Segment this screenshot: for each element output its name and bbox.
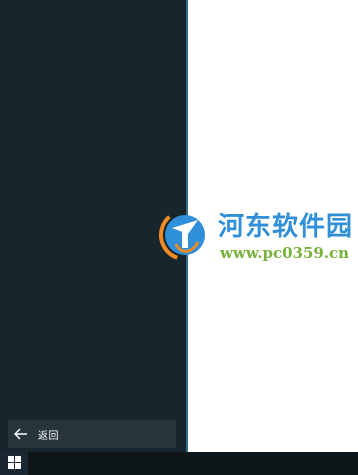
start-button[interactable] <box>0 452 28 475</box>
taskbar <box>0 452 358 475</box>
watermark-url: www.pc0359.cn <box>220 244 350 262</box>
watermark-title: 河东软件园 <box>218 212 354 242</box>
desktop-screen: 返回 河东软件园 www.pc0359.cn <box>0 0 358 475</box>
back-button[interactable]: 返回 <box>8 420 176 448</box>
back-button-label: 返回 <box>38 430 59 442</box>
site-watermark: 河东软件园 www.pc0359.cn <box>158 206 358 268</box>
arrow-left-icon <box>12 425 30 443</box>
watermark-logo-icon <box>158 208 212 262</box>
windows-logo-icon <box>7 454 21 473</box>
